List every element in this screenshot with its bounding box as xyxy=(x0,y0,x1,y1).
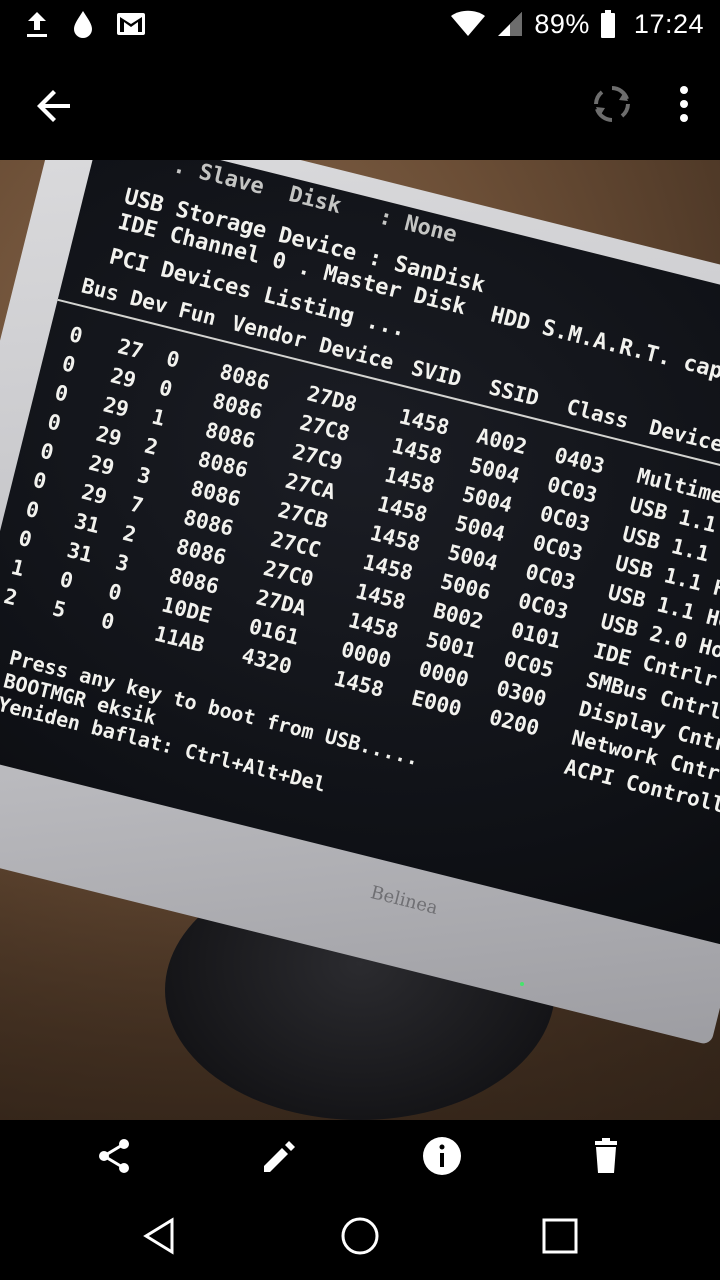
pci-cell: 0 xyxy=(105,579,124,606)
back-button[interactable] xyxy=(30,82,78,130)
gmail-icon xyxy=(117,13,145,35)
photo-action-bar xyxy=(0,1120,720,1192)
pci-cell: 0 xyxy=(57,567,76,594)
pci-header-cell: Bus xyxy=(79,273,122,307)
back-arrow-icon xyxy=(37,90,70,122)
pci-cell: 0 xyxy=(30,467,49,494)
share-icon xyxy=(99,1139,129,1173)
pci-cell: 2 xyxy=(142,433,161,460)
pci-cell: 0 xyxy=(37,438,56,465)
power-led xyxy=(520,982,524,986)
more-options-button[interactable] xyxy=(664,80,704,128)
pci-cell: 0 xyxy=(66,322,85,349)
pci-header-cell: Fun xyxy=(176,297,219,331)
pci-cell: 0 xyxy=(52,380,71,407)
delete-button[interactable] xyxy=(580,1130,632,1182)
edit-icon xyxy=(264,1141,295,1172)
pci-cell: 3 xyxy=(113,550,132,577)
pci-cell: 0 xyxy=(59,351,78,378)
photo-viewer[interactable]: Belinea . Slave Disk : None USB Storage … xyxy=(0,160,720,1120)
pci-cell: 0 xyxy=(163,346,183,373)
pci-cell: 0 xyxy=(16,525,35,553)
drop-icon xyxy=(74,11,92,38)
pci-cell: 0 xyxy=(45,409,64,436)
nav-recents-icon xyxy=(542,1218,578,1254)
wifi-icon xyxy=(451,10,486,36)
signal-icon xyxy=(498,12,523,36)
nav-recents-button[interactable] xyxy=(534,1210,586,1262)
battery-icon xyxy=(600,10,615,38)
pci-cell: 0 xyxy=(156,375,175,402)
more-vert-icon xyxy=(680,86,688,122)
info-icon xyxy=(423,1137,461,1175)
app-bar xyxy=(0,48,720,160)
pci-cell: 3 xyxy=(134,462,153,490)
pci-cell: 0 xyxy=(98,608,117,635)
pci-cell: 1 xyxy=(149,404,168,431)
pci-cell: 5 xyxy=(50,596,69,623)
pci-header-cell: Dev xyxy=(127,285,171,319)
share-button[interactable] xyxy=(88,1130,140,1182)
navigation-bar xyxy=(0,1192,720,1280)
status-bar: 89% 17:24 xyxy=(0,0,720,48)
pci-cell: 1 xyxy=(8,554,27,582)
nav-home-button[interactable] xyxy=(334,1210,386,1262)
battery-percent: 89% xyxy=(534,8,590,39)
upload-icon xyxy=(27,12,47,37)
info-button[interactable] xyxy=(416,1130,468,1182)
rotate-button[interactable] xyxy=(588,80,636,128)
delete-icon xyxy=(595,1138,617,1173)
pci-cell: 0 xyxy=(23,496,42,524)
pci-cell: 7 xyxy=(127,491,146,519)
clock: 17:24 xyxy=(633,8,704,39)
pci-cell: 2 xyxy=(120,520,139,548)
nav-home-icon xyxy=(341,1217,379,1255)
pci-header-cell: Device xyxy=(646,415,720,457)
nav-back-button[interactable] xyxy=(134,1210,186,1262)
nav-back-icon xyxy=(143,1217,174,1255)
edit-button[interactable] xyxy=(252,1130,304,1182)
rotate-icon xyxy=(594,86,630,122)
pci-cell: 2 xyxy=(1,584,20,611)
